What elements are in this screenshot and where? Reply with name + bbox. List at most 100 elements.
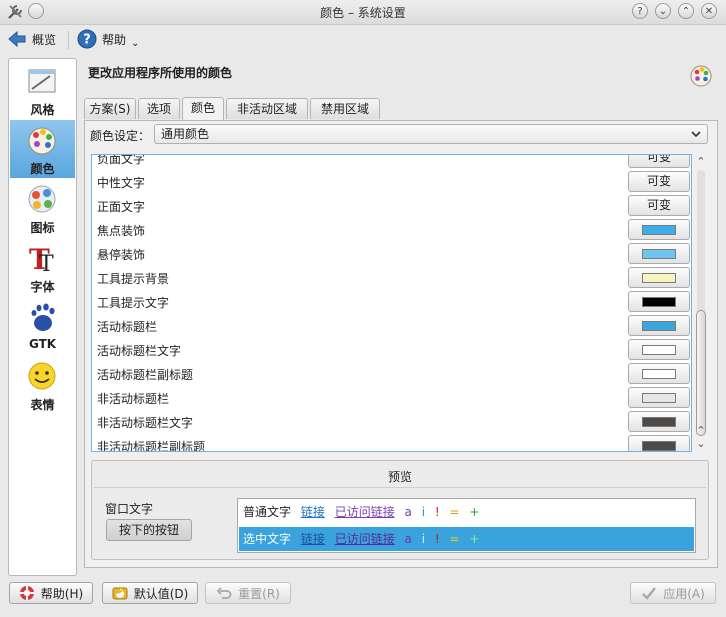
close-button[interactable]: ✕ — [701, 3, 717, 19]
tab-options[interactable]: 选项 — [138, 98, 180, 119]
defaults-button[interactable]: 默认值(D) — [102, 582, 198, 604]
color-swatch-button[interactable] — [628, 315, 690, 336]
sidebar-item-label: 表情 — [30, 398, 55, 412]
color-role-row: 非活动标题栏 — [92, 386, 691, 410]
scroll-up-icon[interactable]: ⌃ — [693, 424, 709, 438]
window-title: 颜色 – 系统设置 — [320, 6, 406, 20]
color-set-value: 通用颜色 — [161, 127, 210, 141]
normal-text: 普通文字 — [243, 505, 292, 519]
list-scrollbar[interactable]: ⌃ ⌃ ⌄ — [693, 154, 709, 452]
style-icon — [28, 69, 56, 93]
color-swatch-button[interactable] — [628, 363, 690, 384]
context-help-button[interactable]: ? — [632, 3, 648, 19]
scroll-down-icon[interactable]: ⌄ — [693, 437, 709, 451]
checkmark-icon — [642, 587, 657, 600]
toolbar: 概览 ? 帮助 ⌄ — [0, 25, 726, 53]
varies-button[interactable]: 可变 — [628, 155, 690, 168]
color-role-name: 活动标题栏 — [97, 320, 158, 334]
color-role-name: 非活动标题栏副标题 — [97, 440, 206, 452]
sidebar-item-icons[interactable]: 图标 — [10, 179, 75, 237]
tab-colors[interactable]: 颜色 — [182, 97, 224, 120]
sidebar-item-label: GTK — [28, 337, 57, 351]
sidebar-item-colors[interactable]: 颜色 — [10, 120, 75, 178]
title-bar: 颜色 – 系统设置 ? ⌄ ⌃ ✕ — [0, 0, 726, 25]
maximize-button[interactable]: ⌃ — [678, 3, 694, 19]
positive-text-sample: + — [469, 532, 480, 546]
color-role-row: 焦点装饰 — [92, 218, 691, 242]
link-sample[interactable]: 链接 — [301, 505, 325, 519]
sidebar-item-fonts[interactable]: T T 字体 — [10, 238, 75, 296]
tab-disabled[interactable]: 禁用区域 — [310, 98, 380, 119]
toolbar-separator — [68, 31, 69, 49]
preview-title: 预览 — [387, 470, 412, 484]
minimize-button[interactable]: ⌄ — [655, 3, 671, 19]
active-text-sample: a — [404, 532, 412, 546]
color-swatch-button[interactable] — [628, 411, 690, 432]
color-swatch — [642, 345, 676, 355]
svg-text:T: T — [39, 252, 54, 274]
color-role-row: 工具提示背景 — [92, 266, 691, 290]
color-role-name: 活动标题栏副标题 — [97, 368, 194, 382]
chevron-down-icon: ⌄ — [131, 37, 140, 49]
overview-button[interactable]: 概览 — [7, 27, 56, 51]
color-role-row: 工具提示文字 — [92, 290, 691, 314]
page-title: 更改应用程序所使用的颜色 — [88, 66, 233, 80]
sidebar-item-label: 图标 — [30, 221, 55, 235]
help-button[interactable]: 帮助(H) — [9, 582, 93, 604]
sidebar-item-emoticons[interactable]: 表情 — [10, 356, 75, 414]
icons-icon — [28, 185, 56, 213]
color-swatch — [642, 321, 676, 331]
category-sidebar: 风格 颜色 图标 T T 字体 GTK 表情 — [8, 58, 77, 576]
color-role-row: 活动标题栏副标题 — [92, 362, 691, 386]
divider — [94, 487, 706, 488]
smiley-icon — [28, 362, 56, 390]
color-role-name: 悬停装饰 — [97, 248, 146, 262]
color-role-row: 悬停装饰 — [92, 242, 691, 266]
selected-text-line: 选中文字 链接 已访问链接 a i ! = + — [239, 527, 694, 551]
reset-button[interactable]: 重置(R) — [205, 582, 291, 604]
color-swatch-button[interactable] — [628, 267, 690, 288]
color-role-row: 非活动标题栏文字 — [92, 410, 691, 434]
color-role-row: 非活动标题栏副标题 — [92, 434, 691, 452]
color-swatch — [642, 417, 676, 427]
visited-link-sample[interactable]: 已访问链接 — [335, 532, 395, 546]
color-role-row: 活动标题栏 — [92, 314, 691, 338]
sidebar-item-label: 风格 — [30, 103, 55, 117]
back-arrow-icon — [8, 30, 26, 48]
varies-button[interactable]: 可变 — [628, 171, 690, 192]
apply-button[interactable]: 应用(A) — [630, 582, 716, 604]
color-swatch-button[interactable] — [628, 339, 690, 360]
varies-button[interactable]: 可变 — [628, 195, 690, 216]
preview-group: 预览 窗口文字 按下的按钮 普通文字 链接 已访问链接 a i ! = + 选中… — [91, 460, 709, 560]
apply-button-label: 应用(A) — [663, 586, 705, 601]
visited-link-sample[interactable]: 已访问链接 — [335, 505, 395, 519]
color-swatch-button[interactable] — [628, 291, 690, 312]
color-swatch — [642, 369, 676, 379]
defaults-button-label: 默认值(D) — [133, 586, 189, 601]
color-swatch-button[interactable] — [628, 243, 690, 264]
link-sample[interactable]: 链接 — [301, 532, 325, 546]
color-role-row: 负面文字 可变 — [92, 155, 691, 170]
color-role-name: 非活动标题栏文字 — [97, 416, 194, 430]
defaults-icon — [112, 587, 128, 600]
help-icon: ? — [77, 29, 97, 49]
tab-inactive[interactable]: 非活动区域 — [226, 98, 308, 119]
color-role-name: 正面文字 — [97, 200, 146, 214]
negative-text-sample: ! — [434, 532, 440, 546]
positive-text-sample: + — [469, 505, 480, 519]
help-menu-button[interactable]: ? 帮助 ⌄ — [77, 27, 139, 51]
color-swatch-button[interactable] — [628, 387, 690, 408]
color-swatch-button[interactable] — [628, 219, 690, 240]
color-swatch-button[interactable] — [628, 435, 690, 451]
color-set-select[interactable]: 通用颜色 — [154, 124, 708, 144]
scroll-up-icon[interactable]: ⌃ — [693, 155, 709, 169]
color-role-name: 非活动标题栏 — [97, 392, 170, 406]
color-palette-icon — [28, 127, 56, 155]
sidebar-item-gtk[interactable]: GTK — [10, 297, 75, 355]
active-text-sample: a — [404, 505, 412, 519]
sidebar-item-style[interactable]: 风格 — [10, 61, 75, 119]
neutral-text-sample: = — [449, 505, 460, 519]
tab-scheme[interactable]: 方案(S) — [84, 98, 136, 119]
scroll-thumb[interactable] — [696, 310, 706, 436]
pressed-button-sample[interactable]: 按下的按钮 — [106, 519, 192, 541]
